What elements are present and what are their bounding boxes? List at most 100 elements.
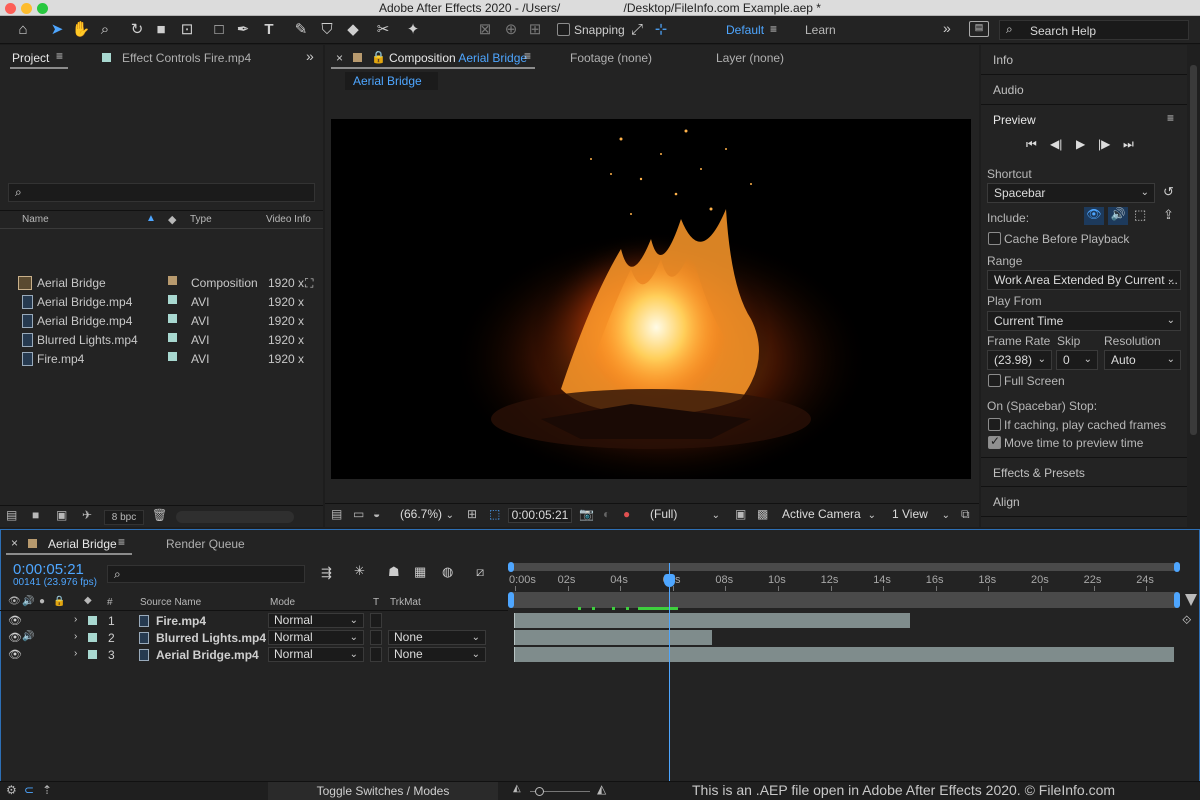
camera-dropdown[interactable]: Active Camera ⌄ [777,508,881,523]
mask-visibility-icon[interactable]: ◒ [373,507,380,521]
frame-rate-dropdown[interactable]: (23.98) ⌄ [987,350,1052,370]
layer-source-name[interactable]: Blurred Lights.mp4 [156,631,266,645]
current-time-display[interactable]: 0:00:05:21 [508,508,572,523]
tab-composition[interactable]: Composition Aerial Bridge [389,51,527,65]
label-color-swatch[interactable] [168,276,177,285]
camera-tool-icon[interactable]: ■ [150,20,172,40]
zoom-window-button[interactable] [37,3,48,14]
project-item[interactable]: Fire.mp4 AVI 1920 x [0,349,320,368]
layer-label-swatch[interactable] [88,616,97,625]
playhead-handle[interactable] [664,574,675,587]
layer-label-swatch[interactable] [88,650,97,659]
clone-stamp-tool-icon[interactable]: ⛉ [316,20,338,40]
preview-menu-icon[interactable]: ≡ [1167,111,1174,125]
layer-duration-bar[interactable] [514,613,910,628]
zoom-in-icon[interactable]: ◭ [597,782,606,796]
preview-panel-header[interactable]: Preview ≡ [981,105,1187,135]
zoom-tool-icon[interactable]: ⌕ [94,20,116,40]
workspace-default-tab[interactable]: Default [726,23,764,37]
last-frame-icon[interactable]: ⏭ [1123,137,1134,152]
include-overlays-icon[interactable]: ⬚ [1134,207,1146,223]
snap-feather-icon[interactable]: ⤢ [626,20,648,40]
transfer-controls-pane-icon[interactable]: ⊂ [24,783,34,797]
eraser-tool-icon[interactable]: ◆ [342,20,364,40]
close-window-button[interactable] [5,3,16,14]
solo-switch-icon[interactable]: ● [39,596,45,607]
range-dropdown[interactable]: Work Area Extended By Current ... ⌄ [987,270,1181,290]
effects-presets-header[interactable]: Effects & Presets [981,457,1187,487]
expand-layer-chevron-icon[interactable]: › [74,614,77,625]
magnification-dropdown[interactable]: (66.7%) ⌄ [395,508,459,523]
move-time-checkbox[interactable] [988,434,1001,449]
align-header[interactable]: Align [981,487,1187,517]
type-tool-icon[interactable]: T [258,20,280,40]
layer-source-name[interactable]: Fire.mp4 [156,614,206,628]
column-name[interactable]: Name [22,214,49,225]
resolution-preview-dropdown[interactable]: Auto ⌄ [1104,350,1181,370]
include-video-icon[interactable]: 👁 [1084,207,1104,225]
reset-shortcut-icon[interactable]: ↺ [1163,184,1174,200]
work-area-in-handle[interactable] [508,592,514,608]
project-item[interactable]: Aerial Bridge.mp4 AVI 1920 x [0,292,320,311]
view-axis-icon[interactable]: ⊞ [524,20,546,40]
layer-switches-pane-icon[interactable]: ⚙ [6,783,17,797]
sort-ascending-icon[interactable]: ▲ [146,213,156,224]
layer-trkmat-dropdown[interactable]: None ⌄ [388,647,486,662]
column-video-info[interactable]: Video Info [266,214,311,225]
sync-settings-icon[interactable]: ▤ [969,21,989,37]
shy-layers-icon[interactable]: ☗ [388,564,400,580]
toggle-switches-modes-button[interactable]: Toggle Switches / Modes [268,782,498,800]
pan-behind-tool-icon[interactable]: ⊡ [176,20,198,40]
channel-rgb-icon[interactable]: ● [623,507,630,521]
label-color-swatch[interactable] [168,333,177,342]
layer-blend-mode-dropdown[interactable]: Normal ⌄ [268,630,364,645]
selection-tool-icon[interactable]: ➤ [46,20,68,40]
layer-row[interactable]: 👁 › 3 Aerial Bridge.mp4 Normal ⌄ None ⌄ [0,646,508,663]
video-visibility-icon[interactable]: 👁 [8,614,22,627]
hand-tool-icon[interactable]: ✋ [70,20,92,40]
layer-row[interactable]: 👁 › 1 Fire.mp4 Normal ⌄ [0,612,508,629]
comp-panel-menu-icon[interactable]: ≡ [524,49,531,63]
timeline-current-time[interactable]: 0:00:05:21 [13,561,84,578]
audio-switch-icon[interactable]: 🔊 [22,596,34,607]
bit-depth-button[interactable]: 8 bpc [104,510,144,525]
preserve-transparency-toggle[interactable] [370,630,382,645]
zoom-out-icon[interactable]: ◭ [513,783,521,794]
work-area-out-handle[interactable] [1174,592,1180,608]
close-tab-icon[interactable]: × [336,51,343,65]
resolution-dropdown[interactable]: (Full) ⌄ [645,508,725,523]
new-folder-icon[interactable]: ■ [32,508,39,522]
work-area-bar[interactable] [511,563,1177,571]
info-panel-header[interactable]: Info [981,45,1187,75]
label-color-swatch[interactable] [168,352,177,361]
project-panel-menu-icon[interactable]: ≡ [56,49,63,63]
timeline-search-input[interactable]: ⌕ [107,565,305,583]
layer-trkmat-dropdown[interactable]: None ⌄ [388,630,486,645]
toggle-transparency-icon[interactable]: ▩ [757,507,768,521]
local-axis-icon[interactable]: ⊠ [474,20,496,40]
graph-editor-icon[interactable]: ⧄ [476,564,484,580]
work-area-region[interactable] [511,592,1177,608]
tab-timeline-comp[interactable]: Aerial Bridge [48,537,117,551]
snap-target-icon[interactable]: ⊹ [650,20,672,40]
audio-toggle-icon[interactable]: 🔊 [22,631,34,642]
label-tag-icon[interactable]: ◆ [84,595,92,606]
timeline-menu-icon[interactable]: ≡ [118,535,125,549]
lock-switch-icon[interactable]: 🔒 [53,596,65,607]
minimize-window-button[interactable] [21,3,32,14]
brush-tool-icon[interactable]: ✎ [290,20,312,40]
comp-breadcrumb[interactable]: Aerial Bridge [345,72,438,90]
label-color-swatch[interactable] [168,295,177,304]
shortcut-dropdown[interactable]: Spacebar ⌄ [987,183,1155,203]
flowchart-icon[interactable]: ⛶ [305,276,313,291]
playhead-line[interactable] [669,563,670,781]
tab-footage[interactable]: Footage (none) [570,51,652,65]
label-tag-icon[interactable]: ◆ [168,213,176,226]
column-type[interactable]: Type [190,214,212,225]
label-color-swatch[interactable] [168,314,177,323]
project-item[interactable]: Aerial Bridge Composition 1920 x ⛶ [0,273,320,292]
layer-duration-bar[interactable] [514,647,1174,662]
work-area-start-handle[interactable] [508,562,514,572]
project-more-panels-icon[interactable]: » [306,48,314,64]
play-icon[interactable]: ▶ [1076,137,1085,151]
